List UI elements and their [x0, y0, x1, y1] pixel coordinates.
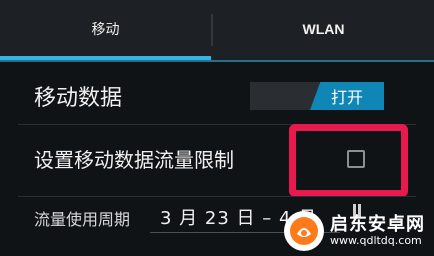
tab-wlan[interactable]: WLAN: [213, 0, 434, 58]
mobile-data-toggle[interactable]: 打开: [250, 82, 384, 110]
phone-logo-icon: [284, 211, 324, 251]
mobile-data-label: 移动数据: [34, 86, 123, 111]
highlight-box: [289, 124, 408, 197]
divider: [18, 196, 416, 197]
watermark-url: www.qdltdq.com: [330, 233, 422, 247]
tab-mobile[interactable]: 移动: [0, 0, 211, 58]
tab-bar-border: [0, 60, 434, 62]
watermark: 启东安卓网 www.qdltdq.com: [284, 206, 434, 256]
usage-cycle-label: 流量使用周期: [34, 210, 131, 229]
tab-bar: 移动 WLAN: [0, 0, 434, 62]
data-limit-label: 设置移动数据流量限制: [34, 148, 234, 172]
watermark-name: 启东安卓网: [330, 214, 425, 236]
toggle-on-label: 打开: [310, 82, 384, 110]
